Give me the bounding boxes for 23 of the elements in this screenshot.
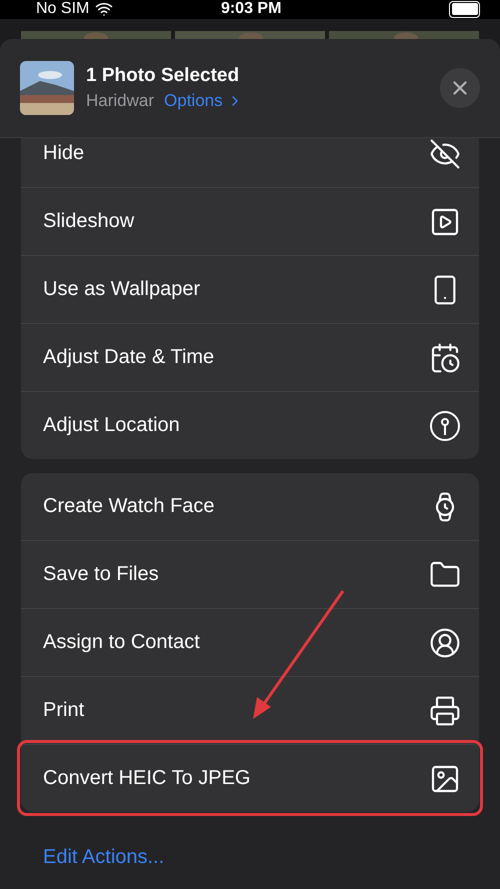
sheet-title: 1 Photo Selected (86, 65, 240, 87)
battery-icon (449, 0, 480, 18)
action-row[interactable]: Convert HEIC To JPEG (21, 744, 479, 812)
wifi-icon (95, 0, 114, 18)
printer-icon (429, 694, 461, 726)
action-row[interactable]: Adjust Location (21, 391, 479, 459)
calendar-clock-icon (429, 342, 461, 374)
action-row[interactable]: Save to Files (21, 540, 479, 608)
close-button[interactable] (440, 68, 480, 108)
action-row[interactable]: Use as Wallpaper (21, 255, 479, 323)
edit-actions-link[interactable]: Edit Actions... (21, 826, 479, 889)
action-row[interactable]: Adjust Date & Time (21, 323, 479, 391)
clock-time: 9:03 PM (220, 0, 282, 18)
action-row[interactable]: Create Watch Face (21, 473, 479, 540)
carrier-label: No SIM (36, 0, 90, 18)
contact-icon (429, 626, 461, 658)
eye-off-icon (429, 138, 461, 170)
options-link[interactable]: Options (164, 91, 243, 111)
location-label: Haridwar (86, 91, 154, 111)
action-row[interactable]: Assign to Contact (21, 608, 479, 676)
pin-icon (429, 410, 461, 442)
action-row[interactable]: Hide (21, 138, 479, 187)
action-row[interactable]: Slideshow (21, 187, 479, 255)
